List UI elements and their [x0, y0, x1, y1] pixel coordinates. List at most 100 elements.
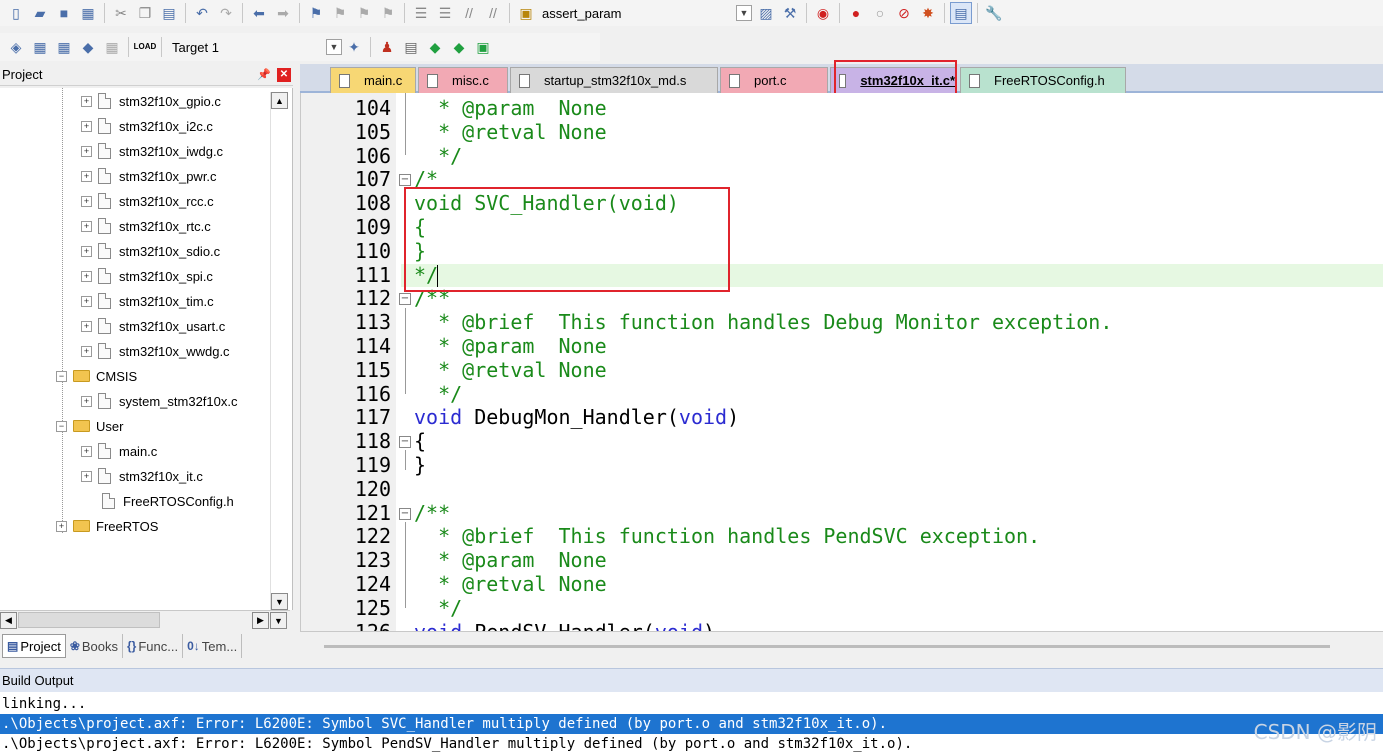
tree-horizontal-scrollbar[interactable]: ◀ ▶ ▼	[0, 610, 290, 630]
scroll-track[interactable]	[324, 645, 1330, 648]
fold-collapse-icon[interactable]: −	[399, 507, 411, 520]
pin-icon[interactable]: 📌	[257, 68, 271, 81]
expand-icon[interactable]: +	[81, 195, 92, 207]
breakpoint-enable-icon[interactable]: ○	[869, 2, 891, 24]
tree-vertical-scrollbar[interactable]: ▲ ▼	[270, 92, 289, 610]
chevron-down-icon[interactable]: ▼	[326, 39, 342, 55]
tree-file[interactable]: + stm32f10x_rtc.c	[81, 215, 211, 237]
configure-icon[interactable]: 🔧	[983, 2, 1005, 24]
close-icon[interactable]: ✕	[277, 67, 291, 82]
paste-icon[interactable]: ▤	[158, 2, 180, 24]
scroll-right-icon[interactable]: ▶	[252, 612, 269, 629]
select-packs-icon[interactable]: ◆	[448, 36, 470, 58]
stop-build-icon[interactable]: ▦	[101, 36, 123, 58]
window-layout-icon[interactable]: ▤	[950, 2, 972, 24]
breakpoint-disable-all-icon[interactable]: ⊘	[893, 2, 915, 24]
tree-file[interactable]: + stm32f10x_gpio.c	[81, 90, 221, 112]
indent-icon[interactable]: ☰	[410, 2, 432, 24]
expand-icon[interactable]: +	[81, 170, 92, 182]
build-output-pane[interactable]: linking... .\Objects\project.axf: Error: …	[0, 692, 1383, 755]
tree-file[interactable]: + stm32f10x_i2c.c	[81, 115, 213, 137]
scroll-thumb[interactable]	[18, 612, 160, 628]
new-file-icon[interactable]: ▯	[5, 2, 27, 24]
tree-file[interactable]: + stm32f10x_rcc.c	[81, 190, 214, 212]
tree-file[interactable]: + stm32f10x_iwdg.c	[81, 140, 223, 162]
cut-icon[interactable]: ✂	[110, 2, 132, 24]
collapse-icon[interactable]: −	[56, 420, 67, 432]
expand-icon[interactable]: +	[81, 270, 92, 282]
expand-icon[interactable]: +	[81, 320, 92, 332]
breakpoint-kill-all-icon[interactable]: ✸	[917, 2, 939, 24]
batch-build-icon[interactable]: ◆	[77, 36, 99, 58]
tree-file[interactable]: FreeRTOSConfig.h	[102, 490, 234, 512]
undo-icon[interactable]: ↶	[191, 2, 213, 24]
find-icon[interactable]: ▨	[755, 2, 777, 24]
editor-tab[interactable]: misc.c	[418, 67, 508, 93]
incremental-find-icon[interactable]: ⚒	[779, 2, 801, 24]
panel-tab-project[interactable]: ▤ Project	[2, 634, 66, 658]
comment-icon[interactable]: //	[458, 2, 480, 24]
tree-file[interactable]: + stm32f10x_sdio.c	[81, 240, 220, 262]
fold-collapse-icon[interactable]: −	[399, 293, 411, 306]
download-icon[interactable]: LOAD	[134, 36, 157, 58]
panel-tab-tem[interactable]: 0↓ Tem...	[183, 634, 243, 658]
tree-file[interactable]: + system_stm32f10x.c	[81, 390, 238, 412]
tree-file[interactable]: + stm32f10x_usart.c	[81, 315, 225, 337]
expand-icon[interactable]: +	[81, 95, 92, 107]
build-icon[interactable]: ▦	[29, 36, 51, 58]
breakpoint-insert-icon[interactable]: ●	[845, 2, 867, 24]
collapse-icon[interactable]: −	[56, 370, 67, 382]
debug-session-icon[interactable]: ◉	[812, 2, 834, 24]
tree-file[interactable]: + main.c	[81, 440, 157, 462]
tree-file[interactable]: + stm32f10x_pwr.c	[81, 165, 217, 187]
tree-file[interactable]: + stm32f10x_it.c	[81, 465, 203, 487]
navigate-back-icon[interactable]: ⬅	[248, 2, 270, 24]
open-folder-icon[interactable]: ▰	[29, 2, 51, 24]
chevron-down-icon[interactable]: ▼	[736, 5, 752, 21]
bookmark-toggle-icon[interactable]: ⚑	[305, 2, 327, 24]
save-icon[interactable]: ■	[53, 2, 75, 24]
tree-file[interactable]: + stm32f10x_spi.c	[81, 265, 213, 287]
expand-icon[interactable]: +	[56, 520, 67, 532]
tree-folder[interactable]: + FreeRTOS	[56, 515, 158, 537]
find-combo[interactable]: assert_param ▼	[538, 3, 754, 23]
fold-collapse-icon[interactable]: −	[399, 436, 411, 449]
panel-tab-func[interactable]: {} Func...	[123, 634, 184, 658]
target-options-icon[interactable]: ✦	[343, 36, 365, 58]
editor-tab[interactable]: main.c	[330, 67, 416, 93]
expand-icon[interactable]: +	[81, 220, 92, 232]
uncomment-icon[interactable]: //	[482, 2, 504, 24]
editor-tab[interactable]: startup_stm32f10x_md.s	[510, 67, 718, 93]
tree-folder[interactable]: − User	[56, 415, 123, 437]
expand-icon[interactable]: +	[81, 120, 92, 132]
scroll-up-icon[interactable]: ▲	[271, 92, 288, 109]
fold-collapse-icon[interactable]: −	[399, 174, 411, 187]
build-output-line[interactable]: .\Objects\project.axf: Error: L6200E: Sy…	[0, 714, 1383, 734]
expand-icon[interactable]: +	[81, 345, 92, 357]
file-extensions-icon[interactable]: ▤	[400, 36, 422, 58]
redo-icon[interactable]: ↷	[215, 2, 237, 24]
tree-folder[interactable]: − CMSIS	[56, 365, 137, 387]
pack-installer-icon[interactable]: ▣	[472, 36, 494, 58]
tree-file[interactable]: + stm32f10x_tim.c	[81, 290, 214, 312]
scroll-down-icon[interactable]: ▼	[270, 612, 287, 629]
editor-tab[interactable]: FreeRTOSConfig.h	[960, 67, 1126, 93]
expand-icon[interactable]: +	[81, 395, 92, 407]
manage-project-items-icon[interactable]: ♟	[376, 36, 398, 58]
save-all-icon[interactable]: ▦	[77, 2, 99, 24]
translate-icon[interactable]: ◈	[5, 36, 27, 58]
expand-icon[interactable]: +	[81, 245, 92, 257]
find-in-files-icon[interactable]: ▣	[515, 2, 537, 24]
build-output-line[interactable]: linking...	[2, 694, 86, 714]
bookmark-clear-icon[interactable]: ⚑	[377, 2, 399, 24]
navigate-forward-icon[interactable]: ➡	[272, 2, 294, 24]
editor-tab[interactable]: port.c	[720, 67, 828, 93]
code-editor[interactable]: 104 * @param None 105 * @retval None 106 *…	[300, 93, 1383, 631]
tree-file[interactable]: + stm32f10x_wwdg.c	[81, 340, 230, 362]
expand-icon[interactable]: +	[81, 445, 92, 457]
unindent-icon[interactable]: ☰	[434, 2, 456, 24]
bookmark-prev-icon[interactable]: ⚑	[329, 2, 351, 24]
rebuild-icon[interactable]: ▦	[53, 36, 75, 58]
target-select[interactable]: Target 1	[166, 40, 326, 55]
expand-icon[interactable]: +	[81, 145, 92, 157]
